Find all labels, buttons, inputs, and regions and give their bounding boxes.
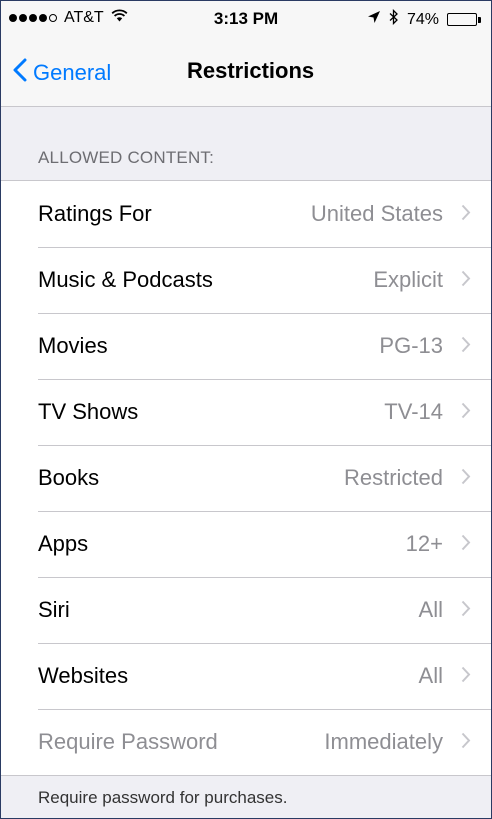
navigation-bar: General Restrictions [1,35,491,107]
back-button[interactable]: General [13,58,111,88]
chevron-right-icon [461,270,471,292]
chevron-left-icon [13,58,27,88]
row-value: All [418,597,443,622]
row-label: Ratings For [38,201,152,226]
row-siri[interactable]: Siri All [1,577,491,643]
chevron-right-icon [461,336,471,358]
row-value: All [418,663,443,688]
row-label: Websites [38,663,129,688]
row-label: Apps [38,531,89,556]
row-label: Siri [38,597,70,622]
row-value: Explicit [373,267,443,292]
row-books[interactable]: Books Restricted [1,445,491,511]
row-value: Immediately [324,729,443,754]
row-websites[interactable]: Websites All [1,643,491,709]
row-label: Movies [38,333,108,358]
battery-icon [447,13,481,26]
page-title: Restrictions [187,58,315,83]
row-value: PG-13 [379,333,443,358]
footer-note: Require password for purchases. [38,788,288,807]
chevron-right-icon [461,666,471,688]
chevron-right-icon [461,732,471,754]
battery-percent: 74% [406,10,439,28]
row-movies[interactable]: Movies PG-13 [1,313,491,379]
row-value: TV-14 [384,399,443,424]
status-bar: AT&T 3:13 PM 74% [1,1,491,35]
row-value: Restricted [343,465,443,490]
row-label: Require Password [38,729,218,754]
chevron-right-icon [461,402,471,424]
row-require-password[interactable]: Require Password Immediately [1,709,491,775]
status-right-group: 74% [367,8,481,30]
allowed-content-list: Ratings For United States Music & Podcas… [1,180,491,776]
bluetooth-icon [389,8,399,30]
row-ratings-for[interactable]: Ratings For United States [1,181,491,247]
row-label: Music & Podcasts [38,267,213,292]
row-tv-shows[interactable]: TV Shows TV-14 [1,379,491,445]
chevron-right-icon [461,468,471,490]
location-arrow-icon [367,10,381,29]
row-apps[interactable]: Apps 12+ [1,511,491,577]
chevron-right-icon [461,204,471,226]
row-label: Books [38,465,100,490]
section-header: ALLOWED CONTENT: [38,148,215,167]
row-label: TV Shows [38,399,139,424]
back-button-label: General [33,60,112,85]
row-music-podcasts[interactable]: Music & Podcasts Explicit [1,247,491,313]
row-value: United States [310,201,443,226]
chevron-right-icon [461,534,471,556]
phone-screen: AT&T 3:13 PM 74% General Restrictions AL… [0,0,492,819]
chevron-right-icon [461,600,471,622]
row-value: 12+ [405,531,443,556]
